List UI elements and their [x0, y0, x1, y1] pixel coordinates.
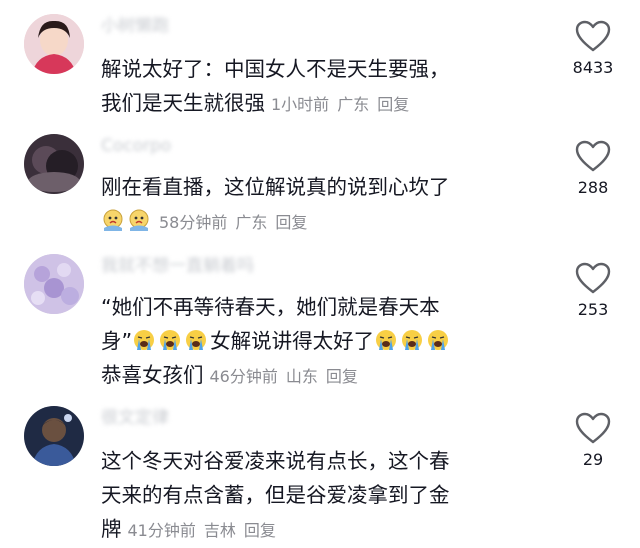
avatar-image — [24, 406, 84, 466]
comment-meta: 41分钟前 吉林 回复 — [128, 521, 284, 540]
comment-text-line: 身” 女解说讲得太好了 — [101, 324, 556, 358]
comment-time: 41分钟前 — [127, 521, 196, 540]
like-count: 29 — [582, 450, 604, 469]
comment-meta: 46分钟前 山东 回复 — [210, 367, 366, 386]
comment-text-line: 我们是天生就很强 1小时前 广东 回复 — [101, 86, 556, 122]
comment-meta: 1小时前 广东 回复 — [271, 95, 417, 114]
comment-location: 广东 — [337, 95, 370, 114]
comment-text-line: 牌 41分钟前 吉林 回复 — [101, 512, 556, 548]
username[interactable]: 很文定律 — [101, 404, 169, 432]
loudly-crying-face-emoji-icon — [160, 330, 181, 350]
username[interactable]: 我就不想一直躺着吗 — [101, 252, 254, 280]
comment-text: 恭喜女孩们 — [101, 363, 204, 387]
avatar-image — [24, 134, 84, 194]
comment-text-line: 恭喜女孩们 46分钟前 山东 回复 — [101, 358, 556, 394]
comment-text: 身” — [101, 329, 133, 353]
heart-outline-icon — [575, 412, 611, 444]
heart-outline-icon — [575, 262, 611, 294]
comment-text: 女解说讲得太好了 — [210, 329, 375, 353]
comment-location: 山东 — [285, 367, 318, 386]
reply-button[interactable]: 回复 — [244, 521, 276, 540]
comment-text: 刚在看直播，这位解说真的说到心坎了 — [101, 175, 450, 199]
loudly-crying-face-emoji-icon — [186, 330, 207, 350]
comment-text: 天来的有点含蓄，但是谷爱凌拿到了金 — [101, 483, 450, 507]
loudly-crying-face-emoji-icon — [134, 330, 155, 350]
reply-button[interactable]: 回复 — [326, 367, 358, 386]
username[interactable]: Cocorpo — [101, 132, 171, 160]
comment-text: “她们不再等待春天，她们就是春天本 — [101, 295, 440, 319]
reply-button[interactable]: 回复 — [377, 95, 409, 114]
comment-text: 我们是天生就很强 — [101, 91, 265, 115]
like-button[interactable]: 253 — [568, 262, 618, 319]
comment-time: 58分钟前 — [159, 213, 228, 232]
username[interactable]: 小树懒跑 — [101, 12, 169, 40]
like-button[interactable]: 8433 — [568, 20, 618, 77]
avatar[interactable] — [24, 134, 84, 194]
heart-outline-icon — [575, 140, 611, 172]
comment-text: 解说太好了：中国女人不是天生要强， — [101, 57, 450, 81]
comment-meta: 58分钟前 广东 回复 — [159, 213, 315, 232]
avatar[interactable] — [24, 406, 84, 466]
comment-location: 广东 — [235, 213, 268, 232]
avatar[interactable] — [24, 254, 84, 314]
comment-text: 这个冬天对谷爱凌来说有点长，这个春 — [101, 449, 450, 473]
like-button[interactable]: 29 — [568, 412, 618, 469]
crying-face-emoji-icon — [103, 209, 123, 231]
like-count: 8433 — [572, 58, 614, 77]
heart-outline-icon — [575, 20, 611, 52]
avatar-image — [24, 14, 84, 74]
loudly-crying-face-emoji-icon — [428, 330, 449, 350]
comment-time: 46分钟前 — [209, 367, 278, 386]
loudly-crying-face-emoji-icon — [376, 330, 397, 350]
avatar[interactable] — [24, 14, 84, 74]
like-count: 253 — [577, 300, 609, 319]
like-count: 288 — [577, 178, 609, 197]
comment-location: 吉林 — [203, 521, 236, 540]
comment-time: 1小时前 — [271, 95, 330, 114]
comment-text: 牌 — [101, 517, 122, 541]
avatar-image — [24, 254, 84, 314]
like-button[interactable]: 288 — [568, 140, 618, 197]
reply-button[interactable]: 回复 — [275, 213, 307, 232]
loudly-crying-face-emoji-icon — [402, 330, 423, 350]
comment-text-line: 58分钟前 广东 回复 — [101, 204, 556, 240]
crying-face-emoji-icon — [129, 209, 149, 231]
